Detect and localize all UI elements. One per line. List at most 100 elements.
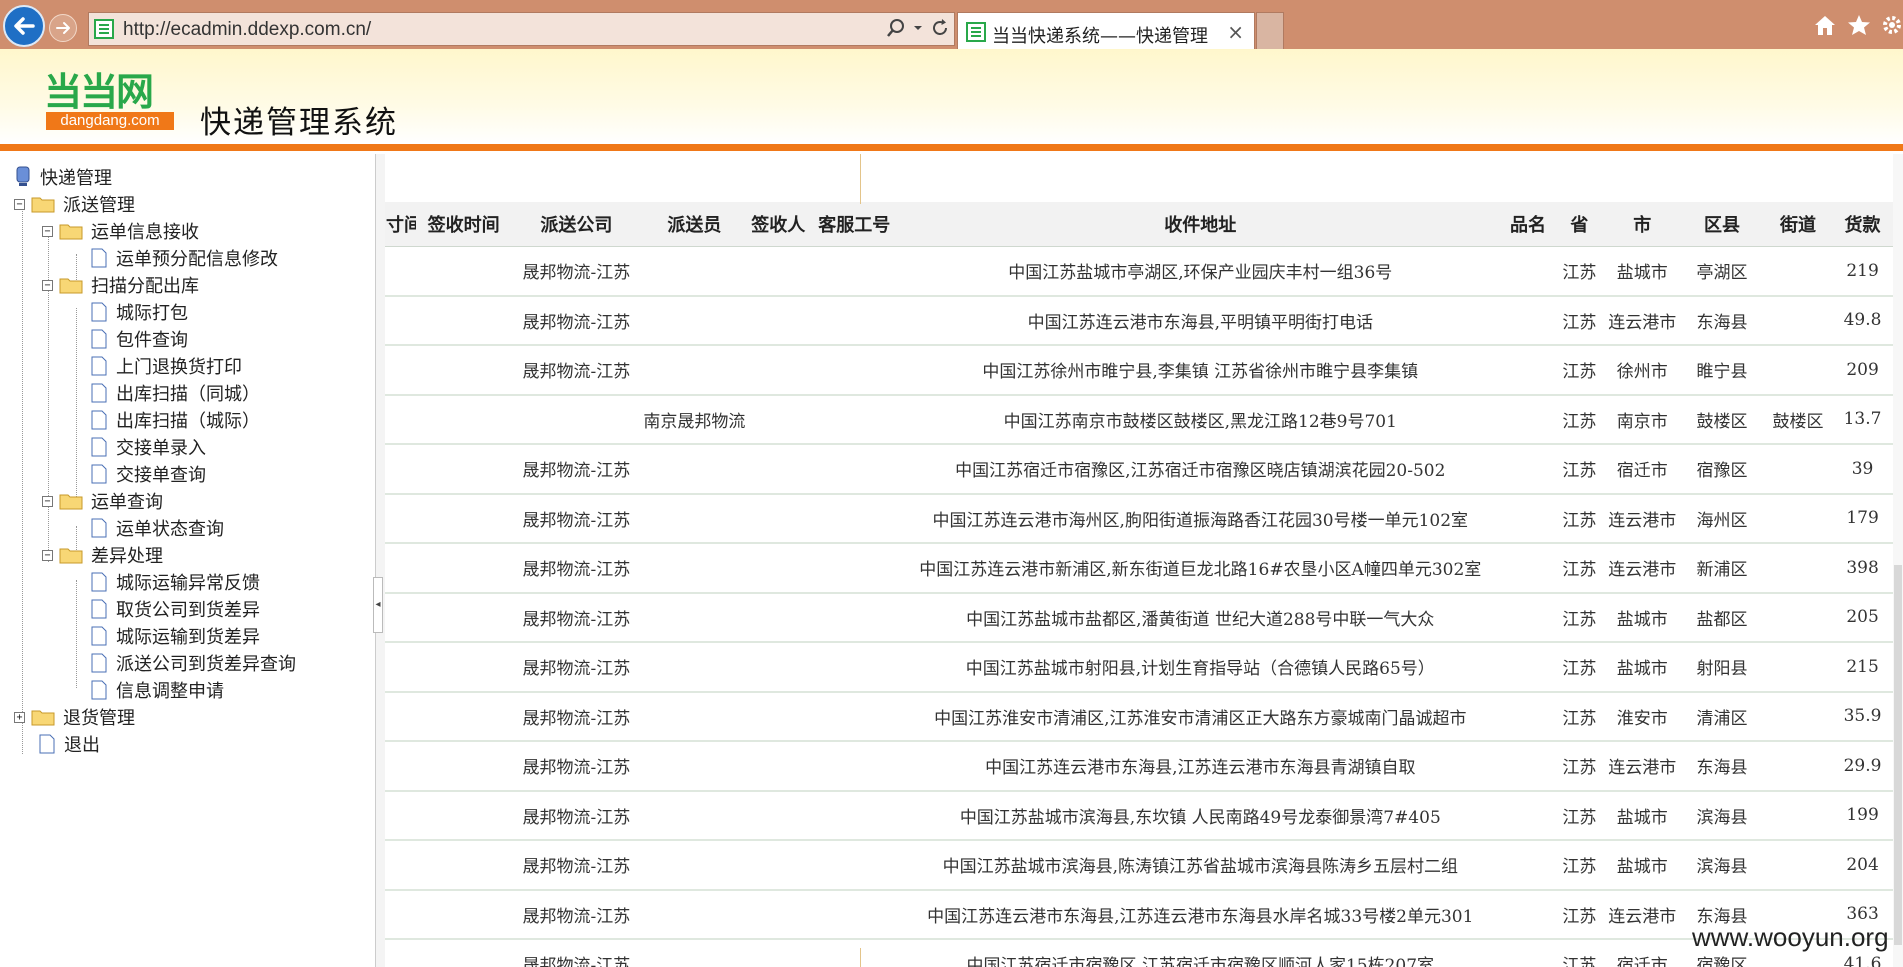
scrollbar-thumb[interactable] xyxy=(1894,565,1902,945)
browser-tab[interactable]: 当当快递系统——快递管理 × xyxy=(957,12,1255,49)
tree-leaf[interactable]: 包件查询 xyxy=(90,326,188,352)
table-cell xyxy=(746,939,810,967)
table-cell: 晟邦物流-江苏 xyxy=(510,889,642,940)
tree-root[interactable]: 快递管理 xyxy=(14,164,112,190)
tree-leaf[interactable]: 运单预分配信息修改 xyxy=(90,245,278,271)
table-cell: 东海县 xyxy=(1680,741,1764,792)
tree-leaf[interactable]: 城际打包 xyxy=(90,299,188,325)
tree-node-waybill-receive[interactable]: − 运单信息接收 xyxy=(42,218,199,244)
table-row[interactable]: 南京晟邦物流 中国江苏南京市鼓楼区鼓楼区,黑龙江路12巷9号701 江苏 南京市 鼓楼区… xyxy=(385,394,1893,445)
table-row[interactable]: 晟邦物流-江苏 中国江苏宿迁市宿豫区,江苏宿迁市宿豫区顺河人家15栋207室 江苏宿… xyxy=(385,939,1893,967)
tree-leaf[interactable]: 出库扫描（城际） xyxy=(90,407,260,433)
tree-leaf[interactable]: 运单状态查询 xyxy=(90,515,224,541)
favorites-star-icon[interactable] xyxy=(1847,14,1871,36)
table-cell xyxy=(746,345,810,396)
tab-close-icon[interactable]: × xyxy=(1227,20,1244,44)
collapse-toggle-icon[interactable]: − xyxy=(42,495,53,507)
collapse-toggle-icon[interactable]: − xyxy=(42,225,53,237)
table-row[interactable]: 晟邦物流-江苏 中国江苏盐城市盐都区,潘黄街道 世纪大道288号中联一气大众 江苏盐… xyxy=(385,592,1893,643)
table-cell xyxy=(385,592,417,643)
tree-leaf[interactable]: 取货公司到货差异 xyxy=(90,596,260,622)
table-cell xyxy=(641,444,747,495)
address-bar[interactable]: http://ecadmin.ddexp.com.cn/ xyxy=(88,12,955,46)
table-cell: 中国江苏盐城市亭湖区,环保产业园庆丰村一组36号 xyxy=(898,246,1502,297)
tree-leaf[interactable]: 交接单录入 xyxy=(90,434,206,460)
table-row[interactable]: 晟邦物流-江苏 中国江苏盐城市滨海县,东坎镇 人民南路49号龙泰御景湾7#405 江… xyxy=(385,790,1893,841)
table-row[interactable]: 晟邦物流-江苏 中国江苏连云港市新浦区,新东街道巨龙北路16#农垦小区A幢四单元3… xyxy=(385,543,1893,594)
table-cell: 中国江苏连云港市东海县,江苏连云港市东海县水岸名城33号楼2单元301 xyxy=(898,889,1502,940)
dropdown-chevron-icon[interactable] xyxy=(912,18,924,38)
computer-icon xyxy=(16,166,30,186)
table-row[interactable]: 晟邦物流-江苏 中国江苏淮安市清浦区,江苏淮安市清浦区正大路东方豪城南门晶诚超市 江… xyxy=(385,691,1893,742)
table-cell xyxy=(1763,691,1833,742)
tree-node-dispatch[interactable]: − 派送管理 xyxy=(14,191,135,217)
table-cell xyxy=(416,543,511,594)
main-content: 寸间签收时间派送公司派送员签收人客服工号收件地址品名省市区县街道货款 晟邦物流-… xyxy=(385,154,1903,967)
tree-leaf[interactable]: 上门退换货打印 xyxy=(90,353,242,379)
refresh-icon[interactable] xyxy=(930,18,950,38)
tree-node-waybill-query[interactable]: − 运单查询 xyxy=(42,488,163,514)
forward-button[interactable] xyxy=(49,14,77,42)
table-cell xyxy=(809,642,899,693)
table-cell: 鼓楼区 xyxy=(1763,394,1833,445)
tree-guide-line xyxy=(76,308,77,497)
document-icon xyxy=(91,248,107,268)
search-icon[interactable] xyxy=(886,18,906,38)
tree-leaf[interactable]: 城际运输到货差异 xyxy=(90,623,260,649)
table-cell xyxy=(746,741,810,792)
table-cell xyxy=(746,394,810,445)
tree-leaf-logout[interactable]: 退出 xyxy=(38,731,100,757)
expand-toggle-icon[interactable]: + xyxy=(14,711,25,723)
logo-text: 当当网 xyxy=(44,70,154,114)
table-cell: 江苏 xyxy=(1554,444,1605,495)
column-header: 签收人 xyxy=(746,202,810,247)
collapse-toggle-icon[interactable]: − xyxy=(42,279,53,291)
table-row[interactable]: 晟邦物流-江苏 中国江苏连云港市东海县,平明镇平明街打电话 江苏 连云港市 东海县 49.… xyxy=(385,295,1893,346)
home-icon[interactable] xyxy=(1813,14,1837,36)
tree-node-discrepancy[interactable]: − 差异处理 xyxy=(42,542,163,568)
tree-leaf[interactable]: 城际运输异常反馈 xyxy=(90,569,260,595)
table-cell: 中国江苏淮安市清浦区,江苏淮安市清浦区正大路东方豪城南门晶诚超市 xyxy=(898,691,1502,742)
table-cell: 淮安市 xyxy=(1604,691,1681,742)
tree-leaf[interactable]: 出库扫描（同城） xyxy=(90,380,260,406)
tree-leaf-label: 出库扫描（同城） xyxy=(116,384,260,405)
table-row[interactable]: 晟邦物流-江苏 中国江苏连云港市东海县,江苏连云港市东海县水岸名城33号楼2单元3… xyxy=(385,889,1893,940)
table-cell: 中国江苏盐城市滨海县,东坎镇 人民南路49号龙泰御景湾7#405 xyxy=(898,790,1502,841)
collapse-pane-handle[interactable]: ◂ xyxy=(373,577,383,633)
back-button[interactable] xyxy=(3,5,45,47)
logo-subtext: dangdang.com xyxy=(46,112,174,130)
document-icon xyxy=(91,464,107,484)
table-row[interactable]: 晟邦物流-江苏 中国江苏连云港市海州区,朐阳街道振海路香江花园30号楼一单元102… xyxy=(385,493,1893,544)
table-cell: 中国江苏连云港市东海县,江苏连云港市东海县青湖镇自取 xyxy=(898,741,1502,792)
arrow-right-icon xyxy=(56,22,70,34)
tree-guide-line xyxy=(76,580,77,688)
table-row[interactable]: 晟邦物流-江苏 中国江苏宿迁市宿豫区,江苏宿迁市宿豫区晓店镇湖滨花园20-502 江… xyxy=(385,444,1893,495)
pane-splitter[interactable] xyxy=(375,154,385,967)
collapse-toggle-icon[interactable]: − xyxy=(14,198,25,210)
table-cell: 滨海县 xyxy=(1680,840,1764,891)
table-cell xyxy=(385,790,417,841)
table-cell xyxy=(641,246,747,297)
table-cell xyxy=(416,493,511,544)
tree-leaf[interactable]: 交接单查询 xyxy=(90,461,206,487)
table-cell xyxy=(385,889,417,940)
table-cell: 鼓楼区 xyxy=(1680,394,1764,445)
table-cell xyxy=(641,741,747,792)
table-cell: 中国江苏连云港市新浦区,新东街道巨龙北路16#农垦小区A幢四单元302室 xyxy=(898,543,1502,594)
table-row[interactable]: 晟邦物流-江苏 中国江苏盐城市亭湖区,环保产业园庆丰村一组36号 江苏 盐城市 亭湖区 2… xyxy=(385,246,1893,297)
table-cell xyxy=(809,543,899,594)
table-cell xyxy=(809,592,899,643)
table-row[interactable]: 晟邦物流-江苏 中国江苏连云港市东海县,江苏连云港市东海县青湖镇自取 江苏 连云港市东… xyxy=(385,741,1893,792)
table-cell xyxy=(746,790,810,841)
table-row[interactable]: 晟邦物流-江苏 中国江苏徐州市睢宁县,李集镇 江苏省徐州市睢宁县李集镇 江苏 徐州市睢… xyxy=(385,345,1893,396)
new-tab-button[interactable] xyxy=(1256,12,1284,49)
tree-node-scan-assign[interactable]: − 扫描分配出库 xyxy=(42,272,199,298)
collapse-toggle-icon[interactable]: − xyxy=(42,549,53,561)
tree-leaf[interactable]: 派送公司到货差异查询 xyxy=(90,650,296,676)
tree-node-returns[interactable]: + 退货管理 xyxy=(14,704,135,730)
settings-gear-icon[interactable] xyxy=(1881,14,1903,36)
table-cell: 39 xyxy=(1832,444,1893,495)
table-row[interactable]: 晟邦物流-江苏 中国江苏盐城市射阳县,计划生育指导站（合德镇人民路65号） 江苏 盐城… xyxy=(385,642,1893,693)
tree-leaf[interactable]: 信息调整申请 xyxy=(90,677,224,703)
table-row[interactable]: 晟邦物流-江苏 中国江苏盐城市滨海县,陈涛镇江苏省盐城市滨海县陈涛乡五层村二组 江苏… xyxy=(385,840,1893,891)
